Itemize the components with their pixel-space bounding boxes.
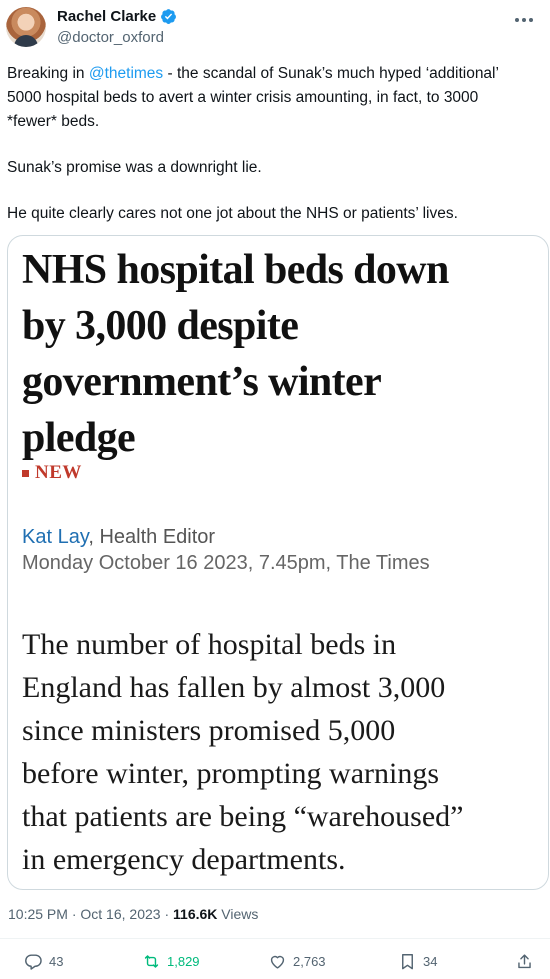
reply-icon [25,954,42,970]
tweet-header: Rachel Clarke @doctor_oxford [0,0,550,60]
retweet-button[interactable]: 1,829 [142,952,200,971]
tweet-time[interactable]: 10:25 PM [8,906,68,922]
lede-line: The number of hospital beds in [22,628,397,661]
new-tag: NEW [22,462,82,484]
author-display-name[interactable]: Rachel Clarke [57,8,156,25]
mention-link[interactable]: @thetimes [89,65,163,82]
more-options-icon[interactable] [512,10,536,30]
lede-line: since ministers promised 5,000 [22,714,396,747]
action-bar: 43 1,829 2,763 34 [0,952,550,976]
bookmark-button[interactable]: 34 [398,952,437,971]
headline-line: government’s winter [22,359,382,405]
avatar[interactable] [6,7,46,47]
views-label: Views [217,906,259,922]
views-count: 116.6K [173,906,218,922]
article-byline: Kat Lay, Health Editor [22,524,215,550]
like-button[interactable]: 2,763 [268,952,326,971]
retweet-count: 1,829 [167,954,200,969]
bookmark-count: 34 [423,954,438,969]
reply-count: 43 [49,954,64,969]
tweet-text-segment: Breaking in [7,65,89,82]
tweet-line: 5000 hospital beds to avert a winter cri… [7,89,479,106]
tweet-line: *fewer* beds. [7,113,100,130]
tweet-line: Breaking in @thetimes - the scandal of S… [7,62,543,86]
article-dateline: Monday October 16 2023, 7.45pm, The Time… [22,552,430,574]
divider [0,938,550,939]
meta-separator: · [67,906,81,922]
byline-author: Kat Lay [22,526,89,548]
share-icon [518,954,531,969]
article-lede: The number of hospital beds in England h… [22,623,542,881]
headline-line: NHS hospital beds down [22,247,449,293]
bookmark-icon [402,954,413,970]
verified-badge-icon [160,8,177,25]
like-count: 2,763 [293,954,326,969]
tweet-line: Sunak’s promise was a downright lie. [7,159,262,176]
lede-line: before winter, prompting warnings [22,757,440,790]
share-button[interactable] [515,952,534,971]
meta-separator: · [160,906,174,922]
tweet-text-segment: - the scandal of Sunak’s much hyped ‘add… [163,65,499,82]
lede-line: in emergency departments. [22,843,346,876]
new-tag-label: NEW [35,462,82,483]
tweet-date[interactable]: Oct 16, 2023 [80,906,160,922]
new-tag-square-icon [22,469,29,477]
article-headline: NHS hospital beds down by 3,000 despite … [22,242,542,466]
lede-line: England has fallen by almost 3,000 [22,671,446,704]
headline-line: pledge [22,415,136,461]
like-icon [270,955,285,969]
author-name-row: Rachel Clarke [57,8,177,25]
author-handle[interactable]: @doctor_oxford [57,29,164,46]
tweet-text: Breaking in @thetimes - the scandal of S… [7,62,543,226]
reply-button[interactable]: 43 [24,952,63,971]
tweet-line: He quite clearly cares not one jot about… [7,205,458,222]
retweet-icon [144,955,159,968]
article-image[interactable]: NHS hospital beds down by 3,000 despite … [7,235,549,890]
lede-line: that patients are being “warehoused” [22,800,464,833]
byline-role: , Health Editor [88,526,216,548]
tweet-meta: 10:25 PM · Oct 16, 2023 · 116.6K Views [8,906,258,922]
headline-line: by 3,000 despite [22,303,299,349]
